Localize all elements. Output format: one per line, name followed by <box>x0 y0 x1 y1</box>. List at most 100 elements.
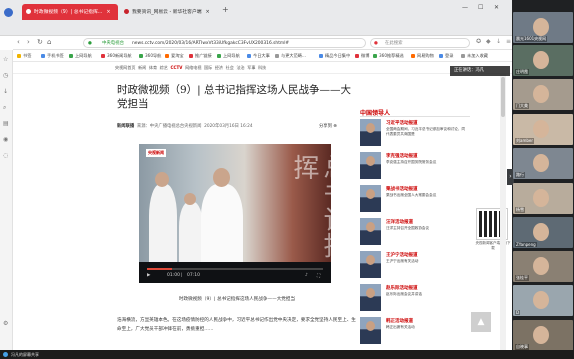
forward-icon[interactable]: › <box>27 38 30 46</box>
participant-tile[interactable]: ZYanpeng <box>513 217 573 248</box>
participant-tile[interactable]: D <box>513 285 573 316</box>
participant-name: ZYanpeng <box>515 242 537 247</box>
bookmark-item[interactable]: 微博 <box>355 50 369 61</box>
leader-item[interactable]: 王沪宁活动报道 王沪宁出席有关活动 <box>360 251 470 281</box>
download-icon[interactable]: ↓ <box>496 38 501 45</box>
leader-photo <box>360 152 381 179</box>
screen-share-bar: 冯凡的屏幕共享 <box>0 350 574 359</box>
minimize-icon[interactable]: — <box>462 4 468 11</box>
site-nav-items[interactable]: 央视网首页 新闻 体育 综艺 CCTV 网络电视 国际 经济 社会 法治 军事 … <box>115 62 266 74</box>
back-icon[interactable]: ‹ <box>17 38 20 46</box>
home-icon[interactable]: ⌂ <box>47 38 51 46</box>
game-icon[interactable]: ◆ <box>486 38 491 45</box>
participant-name: 门大美 <box>515 103 529 109</box>
notes-icon[interactable]: ▤ <box>3 120 9 127</box>
participant-name: 杨雪 <box>515 207 525 213</box>
address-row: ‹ › ↻ ⌂ ● 中央电视台 news.cctv.com/2020/03/16… <box>13 36 512 50</box>
screen: { "browser": { "tabs": [ {"label": "时政微视… <box>0 0 574 359</box>
search-input[interactable]: ● 在此搜索 <box>370 38 470 48</box>
weibo-icon[interactable]: ◉ <box>3 136 8 143</box>
participant-tile[interactable]: 路行 <box>513 148 573 179</box>
settings-icon[interactable]: ⚙ <box>3 320 8 327</box>
close-tab-icon[interactable]: × <box>206 9 210 15</box>
participant-face <box>533 223 549 241</box>
article-title: 时政微视频（9）| 总书记指挥这场人民战争——大党担当 <box>117 84 352 110</box>
participant-tile[interactable]: 自晓事 <box>513 320 573 351</box>
leader-item[interactable]: 栗战书活动报道 栗战书出席全国人大常委会会议 <box>360 185 470 215</box>
leaders-heading: 中国领导人 <box>360 108 470 117</box>
bookmark-item[interactable]: 爱淘宝 <box>165 50 184 61</box>
bookmark-item[interactable]: 精品今日集中 <box>319 50 350 61</box>
bookmark-item[interactable]: 书签 <box>17 50 31 61</box>
leader-photo <box>360 284 381 311</box>
menu-icon[interactable]: ≡ <box>506 38 511 45</box>
share-button[interactable]: 分享到 ⊕ <box>319 123 337 129</box>
share-icon <box>3 352 8 357</box>
search-icon[interactable]: ⌕ <box>3 104 6 112</box>
bookmark-item[interactable]: 上网导航 <box>217 50 240 61</box>
participant-tile[interactable]: 张桂平 <box>513 251 573 282</box>
leader-item[interactable]: 韩正活动报道 韩正出席有关活动 <box>360 317 470 347</box>
bookmark-item[interactable]: 360新闻导航 <box>101 50 132 61</box>
maximize-icon[interactable]: ☐ <box>478 4 483 11</box>
bookmark-item[interactable]: 登录 <box>439 50 453 61</box>
leader-item[interactable]: 汪洋活动报道 汪洋主持召开全国政协会议 <box>360 218 470 248</box>
participant-face <box>533 120 549 138</box>
bookmark-item[interactable]: 未加入收藏 <box>461 50 488 61</box>
bookmark-item[interactable]: 手机书签 <box>41 50 64 61</box>
reload-icon[interactable]: ↻ <box>37 38 43 46</box>
participant-face <box>533 291 549 309</box>
video-logo: 央视新闻 <box>146 149 166 157</box>
tab-active[interactable]: 时政微视频（9）| 总书记指挥... × <box>22 4 118 20</box>
participant-tile[interactable]: 庄明霞 <box>513 45 573 76</box>
participant-tile[interactable]: 门大美 <box>513 79 573 110</box>
participant-name: 晨光1601央视网 <box>515 36 548 42</box>
secure-icon: ● <box>88 41 92 46</box>
participant-face <box>533 18 549 36</box>
leader-photo <box>360 317 381 344</box>
search-engine-icon: ● <box>374 41 378 46</box>
bookmark-item[interactable]: 上网导航 <box>69 50 92 61</box>
leader-photo <box>360 119 381 146</box>
leader-item[interactable]: 习近平活动报道 全国两会期间，习近平总书记参加审议和讨论，同代表委员共商国是 <box>360 119 470 149</box>
bookmark-item[interactable]: 与更大范畴... <box>275 50 306 61</box>
close-tab-icon[interactable]: × <box>106 9 110 15</box>
leader-item[interactable]: 李克强活动报道 李克强主持召开国务院常务会议 <box>360 152 470 182</box>
participant-tile[interactable]: 刘amber <box>513 114 573 145</box>
browser-sidebar: ☆ ◷ ↓ ⌕ ▤ ◉ ◌ ⚙ <box>0 50 13 350</box>
active-speaker-label: 正在讲话：冯凡 <box>450 66 510 76</box>
participant-tile[interactable]: 杨雪 <box>513 183 573 214</box>
volume-icon[interactable]: ♪ <box>305 273 308 278</box>
play-icon[interactable]: ▶ <box>147 273 150 278</box>
bookmark-item[interactable]: 今日大事 <box>247 50 270 61</box>
participant-face <box>533 189 549 207</box>
article-body: 浩海横流，方显英雄本色。在这场疫情防控的人民战争中，习近平总书记作出党中央决定，… <box>117 318 356 332</box>
download-icon[interactable]: ↓ <box>3 88 8 95</box>
bookmark-item[interactable]: 360推荐精选 <box>373 50 404 61</box>
page-scrollbar[interactable] <box>500 74 506 350</box>
star-icon[interactable]: ☆ <box>3 56 8 63</box>
bookmark-item[interactable]: 360导航 <box>139 50 161 61</box>
address-bar[interactable]: ● 中央电视台 news.cctv.com/2020/03/16/ARTIwxV… <box>83 38 366 48</box>
participant-name: D <box>515 310 521 315</box>
close-window-icon[interactable]: ✕ <box>494 4 499 11</box>
leader-item[interactable]: 赵乐际活动报道 赵乐际出席会议并讲话 <box>360 284 470 314</box>
back-to-top-button[interactable]: ▲ <box>471 312 491 332</box>
video-controls: ▶ 01:00 | 07:10 ♪ ⛶ <box>139 262 331 283</box>
video-progress[interactable] <box>147 268 323 270</box>
cctv-favicon-icon <box>26 8 31 14</box>
participant-tile[interactable]: 晨光1601央视网 <box>513 12 573 43</box>
participant-face <box>533 257 549 275</box>
bookmarks-bar: 书签 手机书签 上网导航 360新闻导航 360导航 爱淘宝 推广链接 上网导航… <box>13 50 512 62</box>
chat-icon[interactable]: ◌ <box>3 152 8 159</box>
article-meta: 新闻联播 来源：中央广播电视总台央视新闻 2020年03月16日 16:24 分… <box>117 123 337 129</box>
history-icon[interactable]: ◷ <box>3 72 8 79</box>
fullscreen-icon[interactable]: ⛶ <box>317 273 320 279</box>
participant-name: 路行 <box>515 172 525 178</box>
video-player[interactable]: 央视新闻 总书记指挥 ▶ 01:00 | 07:10 ♪ ⛶ <box>139 144 331 283</box>
tab-inactive[interactable]: 我要资讯_网易云 - 新华社客户端 × <box>120 4 220 20</box>
bookmark-item[interactable]: 网易购物 <box>411 50 434 61</box>
bookmark-item[interactable]: 推广链接 <box>189 50 212 61</box>
new-tab-icon[interactable]: + <box>222 5 229 14</box>
extensions-icon[interactable]: ✪ <box>476 38 481 45</box>
